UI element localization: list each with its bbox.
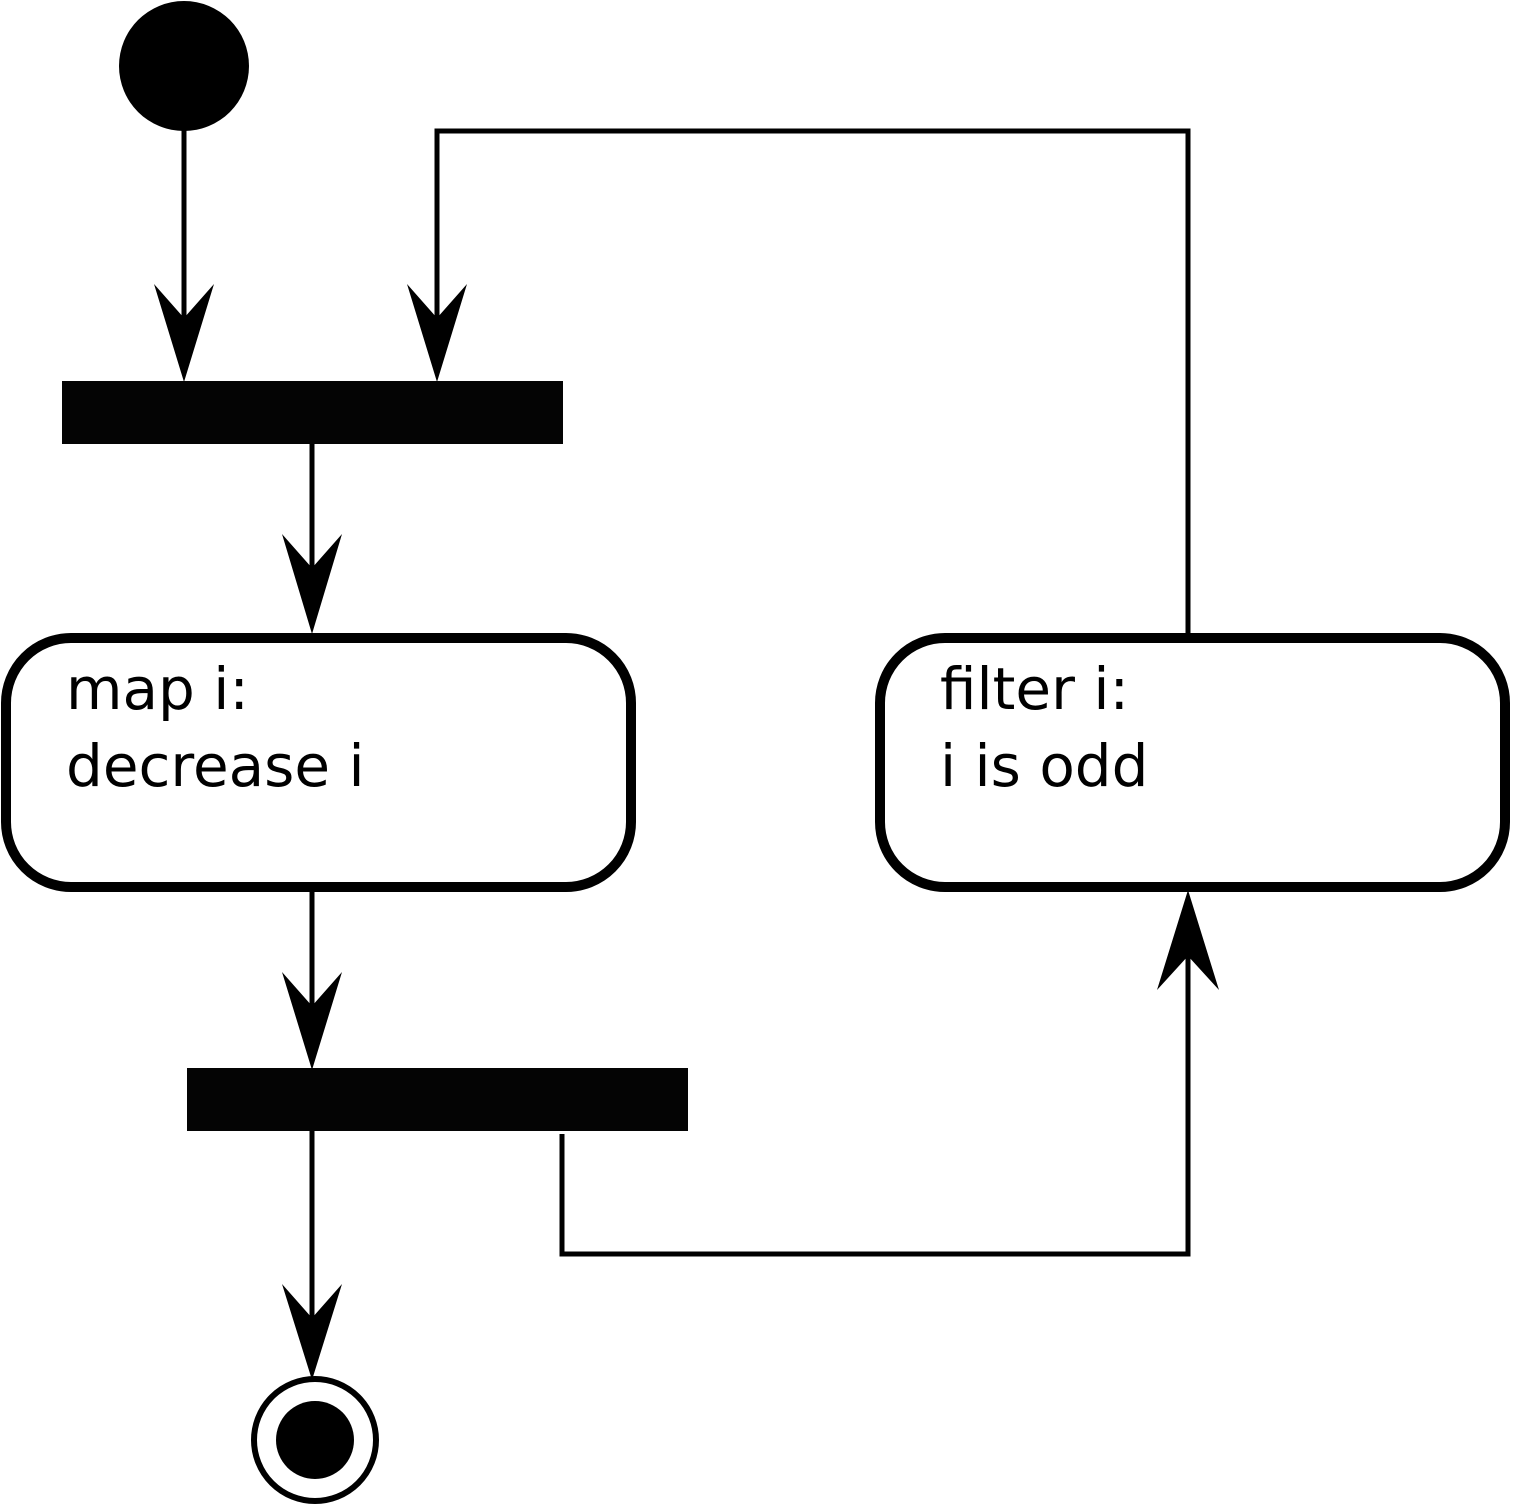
final-node-core <box>276 1401 354 1479</box>
initial-node <box>119 1 249 131</box>
map-action-line2: decrease i <box>66 732 365 800</box>
filter-action-line2: i is odd <box>940 732 1148 800</box>
join-bar <box>62 381 563 444</box>
fork-bar <box>187 1068 688 1131</box>
activity-diagram: map i: decrease i filter i: i is odd <box>1 1 1510 1504</box>
map-action-line1: map i: <box>66 655 249 723</box>
filter-action-line1: filter i: <box>940 655 1129 723</box>
